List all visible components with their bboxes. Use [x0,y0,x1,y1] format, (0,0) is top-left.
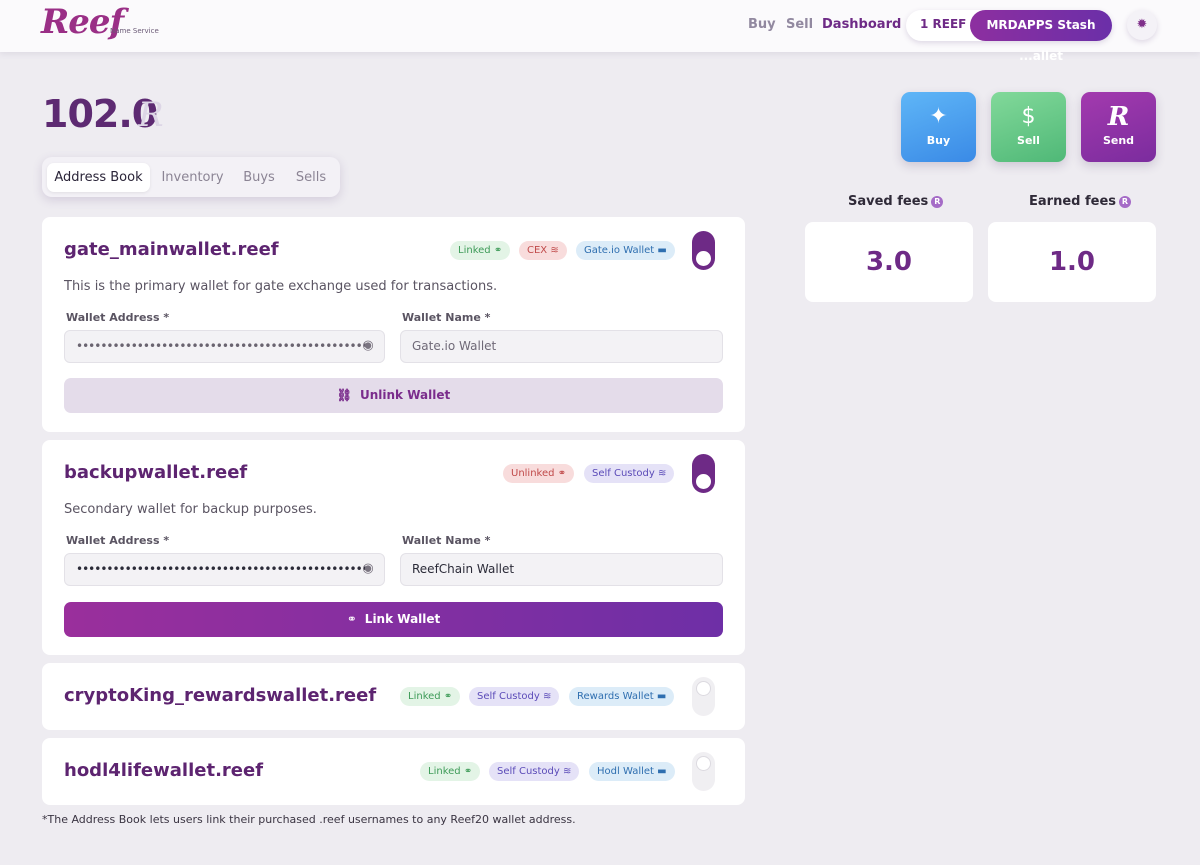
nav-dashboard[interactable]: Dashboard [822,17,901,32]
wallet-title: gate_mainwallet.reef [64,239,279,260]
status-badge: Linked ⚭ [450,241,511,260]
reef-help-icon[interactable]: R [1119,196,1131,208]
wallet-toggle[interactable] [692,752,715,791]
nav-sell[interactable]: Sell [786,17,813,32]
coins-icon: ≋ [658,468,667,479]
reef-send-icon: R [1107,102,1130,132]
link-icon: ⚭ [493,245,503,256]
wallet-address-field[interactable]: ••••••••••••••••••••••••••••••••••••••••… [64,330,385,363]
money-bag-icon: $ [1021,104,1036,129]
account-pill-group: 1 REEF MRDAPPS Stash ...allet [906,10,1112,63]
wallet-toggle[interactable] [692,677,715,716]
wallet-toggle[interactable] [692,231,715,270]
saved-fees-label: Saved fees R [848,194,944,209]
link-icon: ⚭ [557,468,567,479]
wallet-address-label: Wallet Address * [66,534,170,547]
wallet-type-badge: Gate.io Wallet ▬ [576,241,675,260]
link-icon: ⚭ [443,691,453,702]
reef-symbol-icon: R [138,95,164,135]
wallet-title: hodl4lifewallet.reef [64,760,264,781]
wallet-card: cryptoKing_rewardswallet.reef Linked ⚭ S… [42,663,745,730]
status-badge: Linked ⚭ [420,762,481,781]
reef-help-icon[interactable]: R [931,196,944,208]
coins-icon: ≋ [563,766,572,777]
earned-fees-value: 1.0 [988,222,1156,302]
wallet-address-label: Wallet Address * [66,311,170,324]
wallet-card: backupwallet.reef Unlinked ⚭ Self Custod… [42,440,745,655]
wallet-title: cryptoKing_rewardswallet.reef [64,685,377,706]
wallet-description: Secondary wallet for backup purposes. [64,502,317,517]
status-badge: Linked ⚭ [400,687,461,706]
link-icon: ⚭ [463,766,473,777]
wallet-type-badge: Hodl Wallet ▬ [589,762,675,781]
send-button-label: Send [1102,134,1135,147]
tab-address-book[interactable]: Address Book [47,163,150,192]
wallet-name-field[interactable]: ReefChain Wallet [400,553,723,586]
wallet-icon: ▬ [656,691,667,702]
tab-inventory[interactable]: Inventory [157,163,228,192]
wallet-card: hodl4lifewallet.reef Linked ⚭ Self Custo… [42,738,745,805]
link-wallet-button[interactable]: ⚭ Link Wallet [64,602,723,637]
status-badge: Unlinked ⚭ [503,464,575,483]
unlink-icon: ⛓ [336,388,352,402]
settings-button[interactable]: ✹ [1127,10,1157,40]
reef-logo[interactable]: Reef [41,2,124,42]
coins-icon: ≋ [550,245,559,256]
tab-buys[interactable]: Buys [236,163,282,192]
logo-subtitle: Name Service [110,27,159,35]
wallet-icon: ▬ [657,766,667,777]
wallet-name-label: Wallet Name * [402,534,491,547]
address-tabs: Address Book Inventory Buys Sells [42,157,340,197]
wallet-icon: ▬ [657,245,667,256]
buy-button[interactable]: ✦ Buy [901,92,976,162]
gear-icon: ✹ [1136,17,1148,32]
wallet-address-field[interactable]: ••••••••••••••••••••••••••••••••••••••••… [64,553,385,586]
custody-badge: Self Custody ≋ [469,687,560,706]
wallet-toggle[interactable] [692,454,715,493]
custody-badge: Self Custody ≋ [489,762,580,781]
wallet-name-field[interactable]: Gate.io Wallet [400,330,723,363]
magic-wand-icon: ✦ [929,104,948,129]
sell-button[interactable]: $ Sell [991,92,1066,162]
buy-button-label: Buy [926,134,951,147]
earned-fees-label: Earned fees R [1029,194,1131,209]
custody-badge: CEX ≋ [519,241,567,260]
sell-button-label: Sell [1017,134,1040,147]
eye-icon[interactable]: ◉ [360,561,376,576]
wallet-card: gate_mainwallet.reef Linked ⚭ CEX ≋ Gate… [42,217,745,432]
wallet-description: This is the primary wallet for gate exch… [64,279,498,294]
wallet-name-label: Wallet Name * [402,311,491,324]
send-button[interactable]: R Send [1081,92,1156,162]
custody-badge: Self Custody ≋ [584,464,675,483]
tab-sells[interactable]: Sells [289,163,333,192]
account-selector-button[interactable]: MRDAPPS Stash ...allet [970,10,1112,63]
top-bar: Reef Name Service Buy Sell Dashboard 1 R… [0,0,1200,63]
unlink-wallet-button[interactable]: ⛓ Unlink Wallet [64,378,723,413]
reef-balance-pill[interactable]: 1 REEF [920,17,966,31]
nav-buy[interactable]: Buy [748,17,776,32]
saved-fees-value: 3.0 [805,222,973,302]
eye-icon[interactable]: ◉ [360,338,376,353]
wallet-type-badge: Rewards Wallet ▬ [569,687,675,706]
wallet-title: backupwallet.reef [64,462,248,483]
link-icon: ⚭ [346,612,357,626]
address-book-footnote: *The Address Book lets users link their … [42,813,576,826]
coins-icon: ≋ [543,691,552,702]
